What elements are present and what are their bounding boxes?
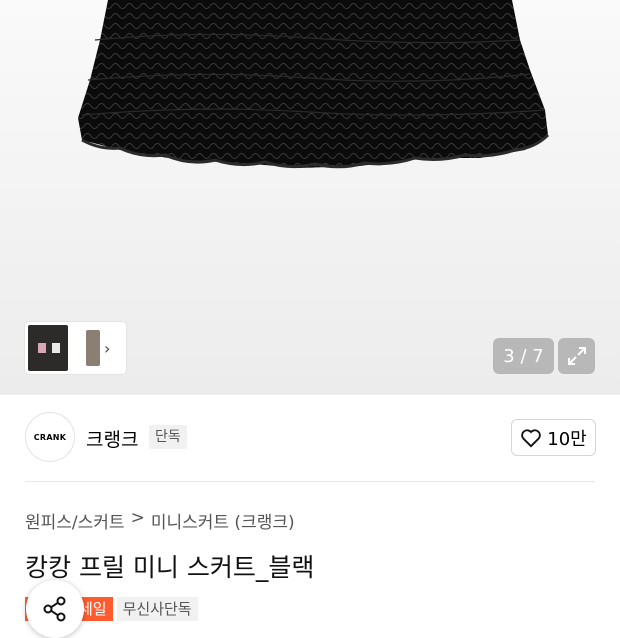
product-title: 캉캉 프릴 미니 스커트_블랙 bbox=[25, 553, 315, 582]
product-image-skirt bbox=[78, 0, 550, 169]
heart-icon bbox=[521, 428, 542, 447]
thumbnail-strip[interactable]: › bbox=[25, 322, 126, 374]
thumbnail-image[interactable] bbox=[86, 330, 100, 366]
breadcrumb-item-subcategory[interactable]: 미니스커트 (크랭크) bbox=[151, 508, 295, 533]
image-counter: 3 / 7 bbox=[493, 338, 554, 374]
thumbnail-image[interactable] bbox=[28, 325, 68, 371]
chevron-right-icon[interactable]: › bbox=[104, 339, 110, 358]
brand-name[interactable]: 크랭크 bbox=[86, 425, 138, 452]
exclusive-badge: 단독 bbox=[149, 425, 187, 449]
like-count: 10만 bbox=[547, 428, 587, 450]
brand-logo-text: CRANK bbox=[33, 432, 67, 442]
exclusive-tag: 무신사단독 bbox=[116, 597, 198, 621]
divider bbox=[25, 481, 595, 482]
brand-logo[interactable]: CRANK bbox=[25, 412, 75, 462]
like-button[interactable]: 10만 bbox=[511, 419, 596, 456]
expand-icon[interactable] bbox=[558, 338, 595, 374]
brand-row: CRANK 크랭크 단독 10만 bbox=[0, 395, 620, 481]
breadcrumb-separator: > bbox=[130, 508, 145, 528]
share-button[interactable] bbox=[26, 580, 84, 638]
breadcrumb-item-category[interactable]: 원피스/스커트 bbox=[25, 508, 125, 533]
breadcrumb: 원피스/스커트 > 미니스커트 (크랭크) bbox=[25, 508, 295, 533]
share-icon bbox=[43, 596, 66, 622]
product-image-gallery[interactable]: › 3 / 7 bbox=[0, 0, 620, 395]
